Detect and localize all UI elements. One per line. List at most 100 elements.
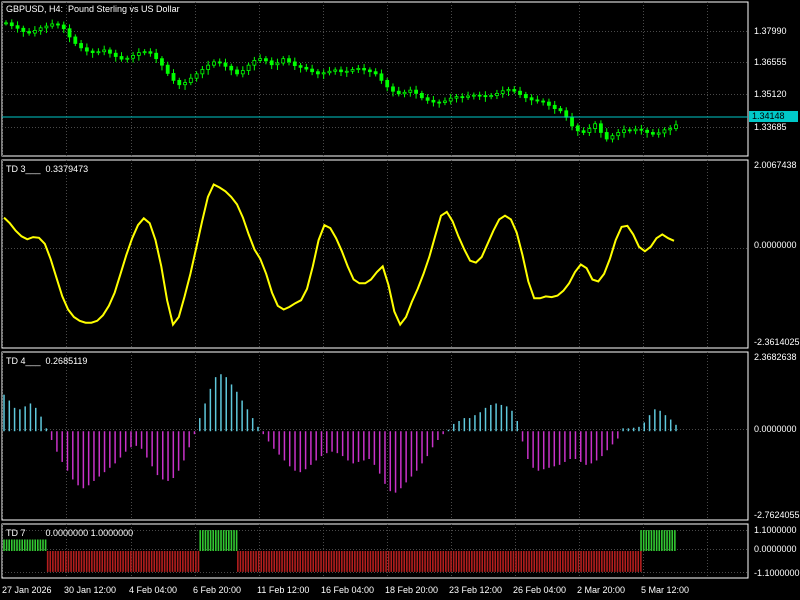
candle-body [258,58,263,61]
td3-series-line [3,183,675,327]
candle-body [391,86,395,92]
candle-body [333,69,338,72]
pane-border-1 [1,159,749,349]
td7-label: TD 7 0.0000000 1.0000000 [6,528,133,539]
candle-body [344,70,349,73]
candle-body [269,60,274,66]
candle-body [541,100,546,103]
pane-border-0 [1,1,749,157]
candle-body [275,62,280,66]
candle-body [639,128,644,131]
candle-body [315,71,320,75]
candle-body [165,64,170,74]
candle-body [599,123,603,133]
candle-body [633,128,638,132]
candle-body [212,61,216,66]
candle-body [142,51,147,54]
candle-body [27,31,32,34]
candle-body [304,66,309,70]
candle-body [466,95,470,98]
candle-body [246,64,251,72]
time-label-1: 27 Jan 2026 [2,585,52,595]
candle-body [217,61,222,64]
candle-body [431,99,436,103]
candle-body [402,91,407,95]
candle-body [604,132,609,140]
time-label-8: 23 Feb 12:00 [449,585,503,595]
candle-body [593,123,598,129]
candle-body [645,129,650,133]
candle-body [523,94,528,99]
td7-tick-zero: 0.0000000 [754,544,797,554]
candle-body [235,69,239,75]
candle-body [668,128,673,131]
candle-body [264,58,268,62]
candle-body [154,52,159,60]
candle-body [90,50,95,53]
candle-body [131,55,135,59]
candle-body [500,90,505,94]
candle-body [188,77,193,83]
td4-tick-zero: 0.0000000 [754,424,797,434]
candle-body [298,65,303,68]
time-label-6: 16 Feb 04:00 [321,585,375,595]
candle-body [50,23,55,27]
candle-body [61,24,66,30]
candle-body [529,97,534,101]
candle-body [32,30,37,34]
candle-body [125,57,130,60]
price-tick-2: 1.36555 [754,57,787,67]
td4-tick-top: 2.3682638 [754,352,797,362]
candle-body [327,70,332,74]
candle-body [310,68,315,73]
candle-body [564,110,569,118]
time-label-4: 6 Feb 20:00 [193,585,242,595]
candle-body [506,89,511,92]
candle-body [67,28,72,38]
candle-body [223,62,228,67]
candle-body [356,68,361,70]
td3-label: TD 3___ 0.3379473 [6,164,88,175]
candle-body [113,52,118,57]
candle-body [581,130,586,133]
candle-body [350,69,355,72]
candle-body [108,49,112,54]
candle-body [15,25,20,29]
candle-body [495,92,499,96]
candle-body [483,95,488,98]
current-price-tag: 1.34148 [749,111,798,122]
price-tick-4: 1.33685 [754,122,787,132]
candle-body [489,95,494,98]
price-tick-1: 1.37990 [754,26,787,36]
td3-tick-top: 2.0067438 [754,160,797,170]
candle-body [38,27,43,31]
candle-body [650,132,655,135]
candle-body [373,71,378,75]
candle-body [96,51,101,54]
candle-body [448,97,453,102]
candle-body [339,69,343,73]
candle-body [570,116,574,127]
time-label-7: 18 Feb 20:00 [385,585,439,595]
candle-body [206,64,211,70]
candle-body [512,89,517,92]
candle-body [183,82,187,86]
candle-body [160,58,164,66]
candle-body [616,132,621,137]
candle-body [518,90,522,95]
time-label-11: 5 Mar 12:00 [641,585,690,595]
candle-body [321,72,326,75]
candle-body [662,129,667,134]
candle-body [136,52,141,56]
td3-name: TD 3___ [6,164,41,174]
candle-body [362,68,367,71]
candle-body [547,101,551,106]
candle-body [194,73,199,79]
td7-tick-bottom: -1.1000000 [754,568,800,578]
candle-body [171,73,176,81]
candle-body [177,79,182,86]
candle-body [454,96,459,99]
candle-body [622,129,626,133]
time-label-9: 26 Feb 04:00 [513,585,567,595]
price-tick-3: 1.35120 [754,89,787,99]
